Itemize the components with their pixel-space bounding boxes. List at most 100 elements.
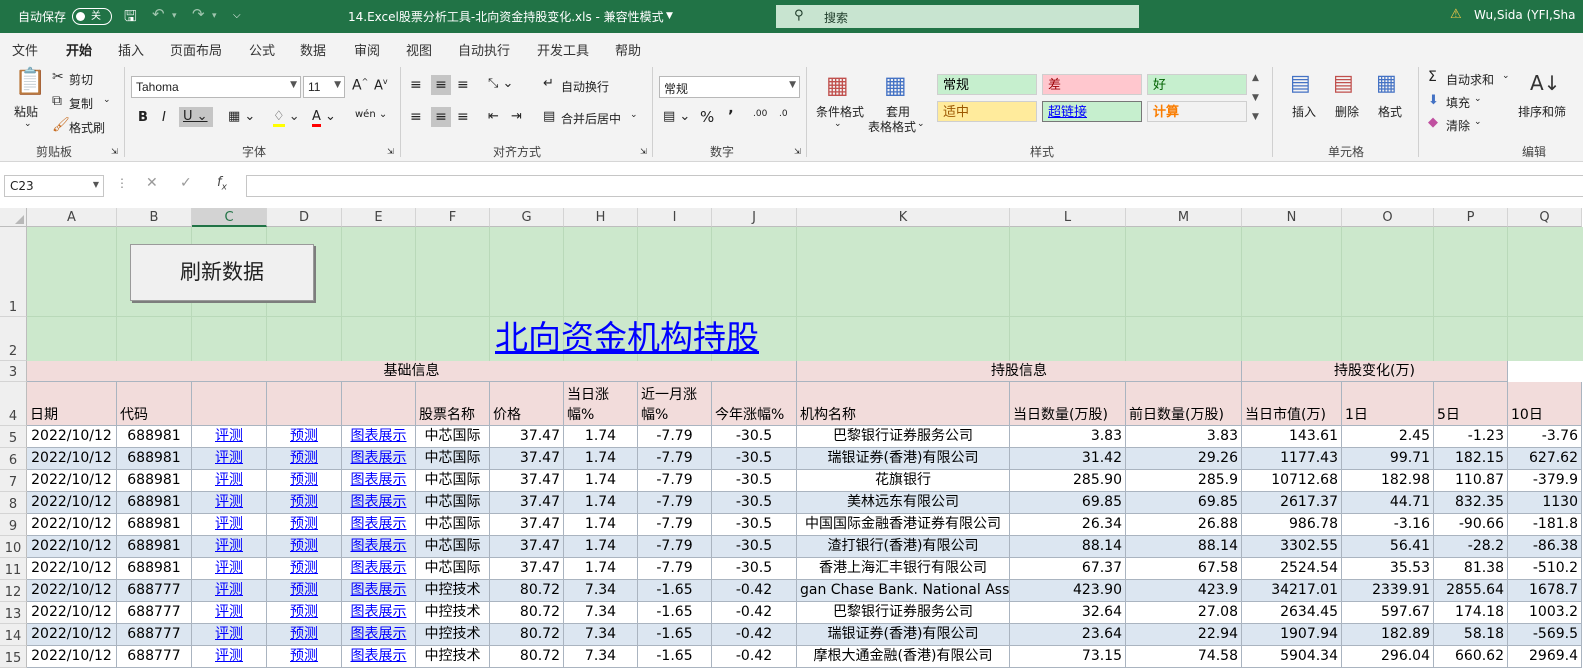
row-header-11[interactable]: 11 — [0, 558, 27, 580]
tab-review[interactable]: 审阅 — [354, 40, 380, 59]
link-forecast[interactable]: 预测 — [267, 624, 342, 646]
cancel-icon[interactable]: ✕ — [146, 175, 158, 191]
row-header-12[interactable]: 12 — [0, 580, 27, 602]
formula-input[interactable] — [246, 175, 1583, 197]
tab-file[interactable]: 文件 — [12, 40, 38, 59]
sheet-title-link[interactable]: 北向资金机构持股 — [495, 311, 759, 359]
percent-style-icon[interactable]: % — [700, 108, 714, 126]
worksheet-grid[interactable]: A B C D E F G H I J K L M N O P Q 1 2 3 4 5 6 7 8 9 10 11 12 13 14 15 刷新… — [0, 208, 1583, 669]
title-chevron-icon[interactable]: ▼ — [666, 11, 673, 21]
link-forecast[interactable]: 预测 — [267, 558, 342, 580]
paste-dropdown-icon[interactable]: ⌄ — [24, 119, 32, 129]
row-header-8[interactable]: 8 — [0, 492, 27, 514]
align-top-icon[interactable]: ≡ — [410, 77, 422, 93]
link-evaluate[interactable]: 评测 — [192, 602, 267, 624]
align-left-icon[interactable]: ≡ — [410, 109, 422, 125]
autosave-toggle[interactable]: 关 — [72, 8, 112, 25]
cut-button[interactable]: 剪切 — [69, 71, 93, 88]
column-header-a[interactable]: A — [27, 208, 117, 227]
column-header-b[interactable]: B — [117, 208, 192, 227]
comma-style-icon[interactable]: ٬ — [728, 107, 734, 125]
decrease-decimal-icon[interactable]: .0 — [779, 109, 788, 119]
link-evaluate[interactable]: 评测 — [192, 448, 267, 470]
copy-button[interactable]: 复制 — [69, 95, 93, 112]
link-evaluate[interactable]: 评测 — [192, 580, 267, 602]
column-header-h[interactable]: H — [564, 208, 638, 227]
link-forecast[interactable]: 预测 — [267, 470, 342, 492]
column-header-c[interactable]: C — [192, 208, 267, 227]
increase-indent-icon[interactable]: ⇥ — [511, 109, 522, 124]
tab-developer[interactable]: 开发工具 — [537, 40, 589, 59]
styles-scroll-up-icon[interactable]: ▲ — [1252, 73, 1259, 83]
tab-help[interactable]: 帮助 — [615, 40, 641, 59]
font-name-select[interactable]: Tahoma ▼ — [131, 76, 301, 98]
save-icon[interactable]: 🖫 — [124, 6, 137, 31]
row-header-14[interactable]: 14 — [0, 624, 27, 646]
row-header-5[interactable]: 5 — [0, 426, 27, 448]
column-header-i[interactable]: I — [638, 208, 712, 227]
link-forecast[interactable]: 预测 — [267, 580, 342, 602]
style-good[interactable]: 好 — [1147, 74, 1247, 95]
align-center-icon[interactable]: ≡ — [431, 107, 451, 127]
customize-qat-icon[interactable]: ⌵ — [233, 10, 241, 21]
redo-icon[interactable]: ↷ — [192, 5, 205, 23]
column-header-k[interactable]: K — [797, 208, 1010, 227]
tab-page-layout[interactable]: 页面布局 — [170, 40, 222, 59]
row-header-15[interactable]: 15 — [0, 646, 27, 668]
clear-dropdown-icon[interactable]: ⌄ — [1474, 117, 1482, 127]
decrease-font-icon[interactable]: Av — [374, 77, 388, 93]
row-header-7[interactable]: 7 — [0, 470, 27, 492]
autosum-dropdown-icon[interactable]: ⌄ — [1502, 71, 1510, 81]
style-bad[interactable]: 差 — [1042, 74, 1142, 95]
column-header-f[interactable]: F — [416, 208, 490, 227]
alignment-launcher-icon[interactable]: ⇲ — [640, 147, 647, 156]
row-header-6[interactable]: 6 — [0, 448, 27, 470]
link-chart[interactable]: 图表展示 — [342, 646, 416, 668]
delete-cells-button[interactable]: 删除 — [1335, 103, 1359, 120]
clear-icon[interactable]: ◆ — [1428, 115, 1438, 130]
link-forecast[interactable]: 预测 — [267, 492, 342, 514]
conditional-format-dropdown-icon[interactable]: ⌄ — [834, 119, 842, 129]
conditional-format-icon[interactable]: ▦ — [826, 71, 849, 99]
format-as-table-dropdown-icon[interactable]: ⌄ — [917, 119, 925, 129]
link-forecast[interactable]: 预测 — [267, 536, 342, 558]
link-chart[interactable]: 图表展示 — [342, 602, 416, 624]
copy-dropdown-icon[interactable]: ⌄ — [103, 95, 111, 105]
font-color-icon[interactable]: A ⌄ — [312, 109, 336, 127]
column-header-d[interactable]: D — [267, 208, 342, 227]
link-chart[interactable]: 图表展示 — [342, 514, 416, 536]
link-evaluate[interactable]: 评测 — [192, 646, 267, 668]
increase-decimal-icon[interactable]: .00 — [753, 109, 767, 119]
fill-button[interactable]: 填充 — [1446, 94, 1470, 111]
search-box[interactable]: ⚲ 搜索 — [776, 5, 1139, 28]
orientation-icon[interactable]: ⤡ ⌄ — [488, 76, 513, 91]
merge-dropdown-icon[interactable]: ⌄ — [630, 110, 638, 120]
bold-icon[interactable]: B — [138, 110, 148, 125]
link-evaluate[interactable]: 评测 — [192, 536, 267, 558]
wrap-text-icon[interactable]: ↵ — [543, 76, 554, 91]
link-chart[interactable]: 图表展示 — [342, 624, 416, 646]
column-header-l[interactable]: L — [1010, 208, 1126, 227]
font-size-select[interactable]: 11 ▼ — [303, 76, 345, 98]
name-box[interactable]: C23 ▼ — [4, 175, 104, 197]
border-icon[interactable]: ▦ ⌄ — [228, 109, 255, 124]
row-header-10[interactable]: 10 — [0, 536, 27, 558]
row-header-1[interactable]: 1 — [0, 227, 27, 317]
merge-center-button[interactable]: 合并后居中 — [561, 110, 621, 127]
style-normal[interactable]: 常规 — [937, 74, 1037, 95]
link-chart[interactable]: 图表展示 — [342, 492, 416, 514]
tab-view[interactable]: 视图 — [406, 40, 432, 59]
link-evaluate[interactable]: 评测 — [192, 492, 267, 514]
tab-home[interactable]: 开始 — [66, 40, 93, 64]
tab-automate[interactable]: 自动执行 — [458, 40, 510, 59]
tab-insert[interactable]: 插入 — [118, 40, 144, 59]
decrease-indent-icon[interactable]: ⇤ — [488, 109, 499, 124]
format-painter-button[interactable]: 格式刷 — [69, 119, 105, 136]
number-launcher-icon[interactable]: ⇲ — [794, 147, 801, 156]
row-header-3[interactable]: 3 — [0, 361, 27, 382]
italic-icon[interactable]: I — [162, 110, 166, 125]
name-box-dropdown-icon[interactable]: ▼ — [93, 180, 99, 189]
link-evaluate[interactable]: 评测 — [192, 426, 267, 448]
link-chart[interactable]: 图表展示 — [342, 448, 416, 470]
row-header-2[interactable]: 2 — [0, 317, 27, 361]
